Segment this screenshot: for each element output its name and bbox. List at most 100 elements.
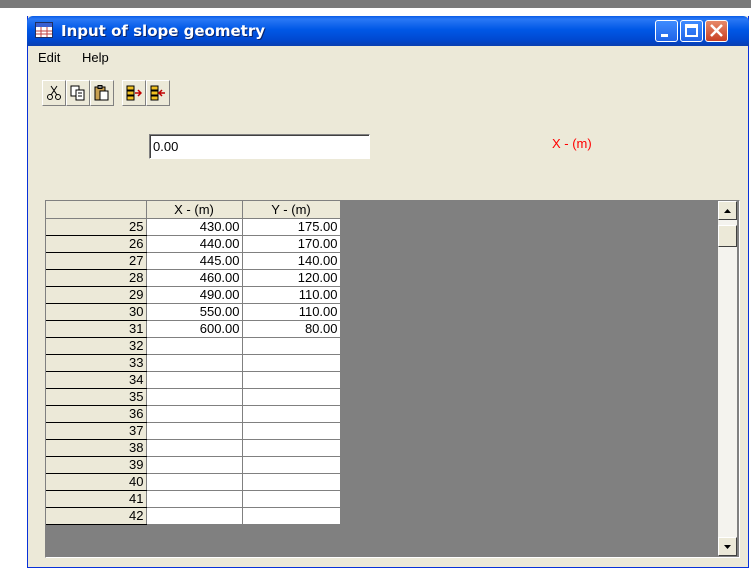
cell-y[interactable] xyxy=(242,371,341,389)
column-header-y[interactable]: Y - (m) xyxy=(242,201,341,219)
cell-y[interactable] xyxy=(242,388,341,406)
cell-y[interactable] xyxy=(242,337,341,355)
cell-x[interactable] xyxy=(146,439,243,457)
cell-y[interactable] xyxy=(242,422,341,440)
row-header[interactable]: 32 xyxy=(46,337,147,355)
paste-button[interactable] xyxy=(90,80,114,106)
row-header[interactable]: 30 xyxy=(46,303,147,321)
cell-x[interactable] xyxy=(146,371,243,389)
row-header[interactable]: 35 xyxy=(46,388,147,406)
cell-x[interactable] xyxy=(146,507,243,525)
table-row: 25 430.00 175.00 xyxy=(46,218,341,236)
row-header[interactable]: 42 xyxy=(46,507,147,525)
cell-y[interactable]: 110.00 xyxy=(242,303,341,321)
table-row: 36 xyxy=(46,405,341,423)
cell-x[interactable] xyxy=(146,456,243,474)
row-header[interactable]: 38 xyxy=(46,439,147,457)
row-header[interactable]: 25 xyxy=(46,218,147,236)
cell-x[interactable]: 440.00 xyxy=(146,235,243,253)
row-header[interactable]: 34 xyxy=(46,371,147,389)
vertical-scrollbar[interactable] xyxy=(718,201,737,556)
row-header[interactable]: 40 xyxy=(46,473,147,491)
menu-help[interactable]: Help xyxy=(82,50,109,65)
table-row: 40 xyxy=(46,473,341,491)
delete-row-icon xyxy=(150,85,165,101)
menu-bar: Edit Help xyxy=(28,47,748,67)
desktop-background xyxy=(0,0,751,8)
cell-x[interactable] xyxy=(146,473,243,491)
table-row: 35 xyxy=(46,388,341,406)
cell-y[interactable]: 80.00 xyxy=(242,320,341,338)
cell-x[interactable] xyxy=(146,422,243,440)
title-bar[interactable]: Input of slope geometry xyxy=(27,16,749,46)
paste-icon xyxy=(94,85,109,101)
column-header-x[interactable]: X - (m) xyxy=(146,201,243,219)
cell-y[interactable]: 175.00 xyxy=(242,218,341,236)
cell-y[interactable] xyxy=(242,507,341,525)
cell-x[interactable] xyxy=(146,354,243,372)
cell-x[interactable]: 550.00 xyxy=(146,303,243,321)
minimize-button[interactable] xyxy=(655,20,678,42)
cell-x[interactable] xyxy=(146,405,243,423)
scroll-thumb[interactable] xyxy=(718,225,737,247)
scroll-up-button[interactable] xyxy=(718,201,737,220)
delete-row-button[interactable] xyxy=(146,80,170,106)
table-row: 31 600.00 80.00 xyxy=(46,320,341,338)
data-grid[interactable]: X - (m) Y - (m) 25 430.00 175.00 26 440.00 17… xyxy=(45,200,740,558)
cell-x[interactable] xyxy=(146,388,243,406)
value-input[interactable]: 0.00 xyxy=(149,134,370,159)
maximize-button[interactable] xyxy=(680,20,703,42)
row-header[interactable]: 37 xyxy=(46,422,147,440)
cell-x[interactable]: 600.00 xyxy=(146,320,243,338)
row-header[interactable]: 36 xyxy=(46,405,147,423)
menu-edit[interactable]: Edit xyxy=(38,50,60,65)
table-row: 38 xyxy=(46,439,341,457)
cell-y[interactable]: 110.00 xyxy=(242,286,341,304)
column-label: X - (m) xyxy=(552,136,592,151)
table-row: 30 550.00 110.00 xyxy=(46,303,341,321)
cell-x[interactable] xyxy=(146,337,243,355)
table-row: 41 xyxy=(46,490,341,508)
cell-y[interactable]: 140.00 xyxy=(242,252,341,270)
cell-y[interactable] xyxy=(242,473,341,491)
table-row: 32 xyxy=(46,337,341,355)
table-row: 29 490.00 110.00 xyxy=(46,286,341,304)
table-row: 34 xyxy=(46,371,341,389)
row-header[interactable]: 31 xyxy=(46,320,147,338)
grid-header-row: X - (m) Y - (m) xyxy=(46,201,341,219)
cell-y[interactable]: 120.00 xyxy=(242,269,341,287)
cell-x[interactable]: 460.00 xyxy=(146,269,243,287)
scroll-down-button[interactable] xyxy=(718,537,737,556)
cell-y[interactable] xyxy=(242,405,341,423)
cell-x[interactable]: 490.00 xyxy=(146,286,243,304)
table-row: 26 440.00 170.00 xyxy=(46,235,341,253)
up-arrow-icon xyxy=(724,209,731,213)
row-header[interactable]: 39 xyxy=(46,456,147,474)
table-row: 42 xyxy=(46,507,341,525)
cell-y[interactable] xyxy=(242,439,341,457)
cut-button[interactable] xyxy=(42,80,66,106)
cell-y[interactable] xyxy=(242,490,341,508)
grid-table: X - (m) Y - (m) 25 430.00 175.00 26 440.00 17… xyxy=(46,201,341,525)
table-row: 33 xyxy=(46,354,341,372)
row-header[interactable]: 28 xyxy=(46,269,147,287)
insert-row-button[interactable] xyxy=(122,80,146,106)
row-header[interactable]: 27 xyxy=(46,252,147,270)
cut-icon xyxy=(47,85,61,100)
window-title: Input of slope geometry xyxy=(61,22,265,40)
close-button[interactable] xyxy=(705,20,728,42)
cell-x[interactable] xyxy=(146,490,243,508)
row-header[interactable]: 29 xyxy=(46,286,147,304)
copy-icon xyxy=(70,85,85,101)
table-row: 39 xyxy=(46,456,341,474)
copy-button[interactable] xyxy=(66,80,90,106)
insert-row-icon xyxy=(126,85,142,101)
cell-y[interactable]: 170.00 xyxy=(242,235,341,253)
cell-y[interactable] xyxy=(242,456,341,474)
cell-y[interactable] xyxy=(242,354,341,372)
row-header[interactable]: 41 xyxy=(46,490,147,508)
cell-x[interactable]: 445.00 xyxy=(146,252,243,270)
row-header[interactable]: 33 xyxy=(46,354,147,372)
cell-x[interactable]: 430.00 xyxy=(146,218,243,236)
row-header[interactable]: 26 xyxy=(46,235,147,253)
